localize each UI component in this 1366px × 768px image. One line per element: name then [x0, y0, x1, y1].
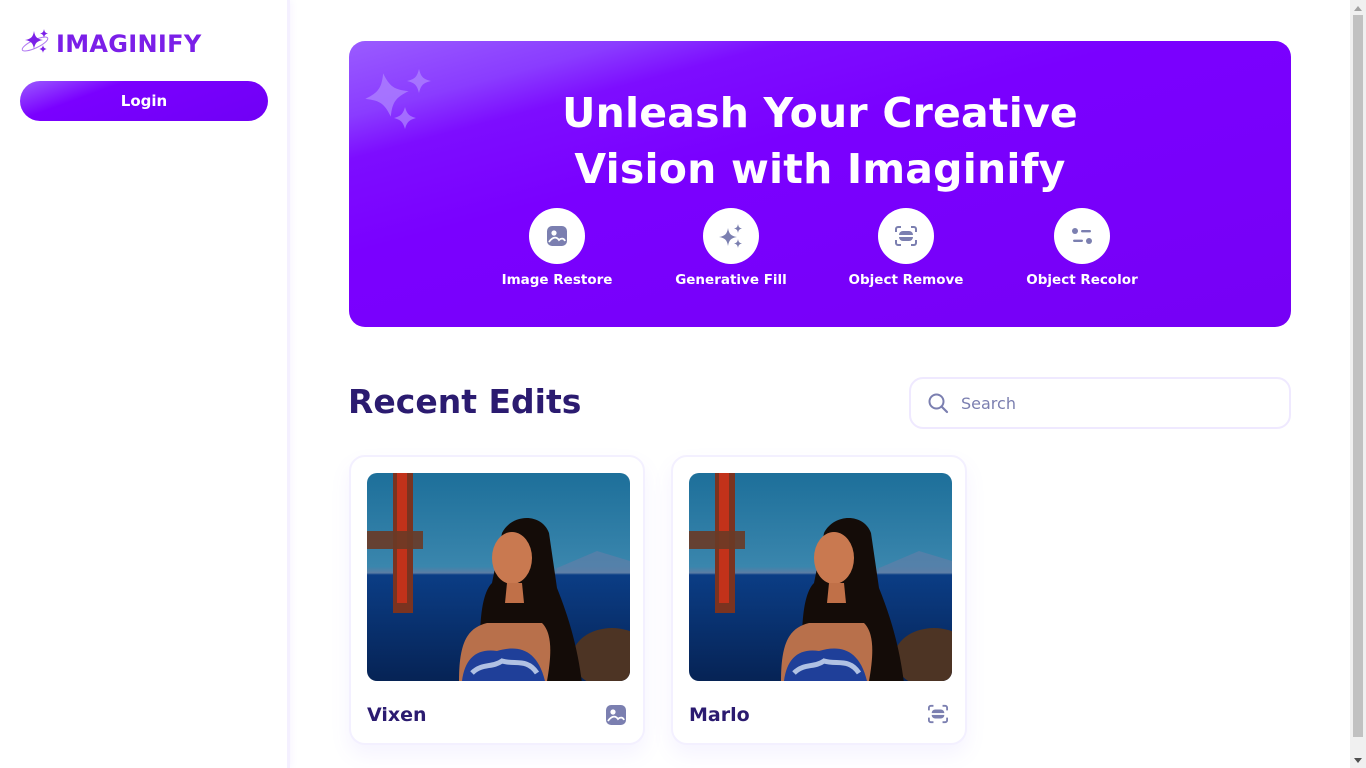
feature-circle[interactable] [529, 208, 585, 264]
sidebar: IMAGINIFY Login [0, 0, 290, 768]
scroll-up-arrow-icon[interactable] [1350, 0, 1366, 16]
scrollbar-thumb[interactable] [1353, 15, 1363, 737]
feature-circle[interactable] [1054, 208, 1110, 264]
sparkle-logo-icon [20, 28, 52, 60]
stars-icon [719, 224, 742, 248]
scan-icon [927, 704, 949, 728]
banner-title-line2: Vision with Imaginify [574, 145, 1066, 193]
feature-label: Object Remove [848, 272, 964, 288]
feature-circle[interactable] [703, 208, 759, 264]
card-title: Vixen [367, 704, 427, 726]
recent-edit-card[interactable]: Marlo [671, 455, 967, 745]
filter-icon [1072, 228, 1092, 244]
search-field[interactable] [909, 377, 1291, 429]
logo-text: IMAGINIFY [56, 30, 202, 58]
scan-icon [895, 226, 917, 246]
hero-banner: Unleash Your Creative Vision with Imagin… [349, 41, 1291, 327]
recent-edits-title: Recent Edits [348, 382, 582, 421]
image-icon [547, 226, 567, 246]
scroll-down-arrow-icon[interactable] [1350, 752, 1366, 768]
search-icon [928, 393, 949, 414]
feature-label: Generative Fill [675, 272, 787, 288]
login-button[interactable]: Login [20, 81, 268, 121]
feature-generative-fill[interactable]: Generative Fill [651, 208, 811, 288]
search-input[interactable] [961, 393, 1261, 413]
scrollbar[interactable] [1350, 0, 1366, 768]
recent-edit-card[interactable]: Vixen [349, 455, 645, 745]
logo-link[interactable]: IMAGINIFY [20, 28, 202, 60]
card-thumbnail[interactable] [689, 473, 952, 681]
banner-title: Unleash Your Creative Vision with Imagin… [349, 85, 1291, 197]
image-icon [605, 704, 627, 730]
feature-label: Image Restore [501, 272, 613, 288]
feature-object-remove[interactable]: Object Remove [826, 208, 986, 288]
feature-circle[interactable] [878, 208, 934, 264]
feature-image-restore[interactable]: Image Restore [477, 208, 637, 288]
card-title: Marlo [689, 704, 750, 726]
card-thumbnail[interactable] [367, 473, 630, 681]
banner-title-line1: Unleash Your Creative [562, 89, 1078, 137]
feature-label: Object Recolor [1026, 272, 1138, 288]
feature-object-recolor[interactable]: Object Recolor [1002, 208, 1162, 288]
